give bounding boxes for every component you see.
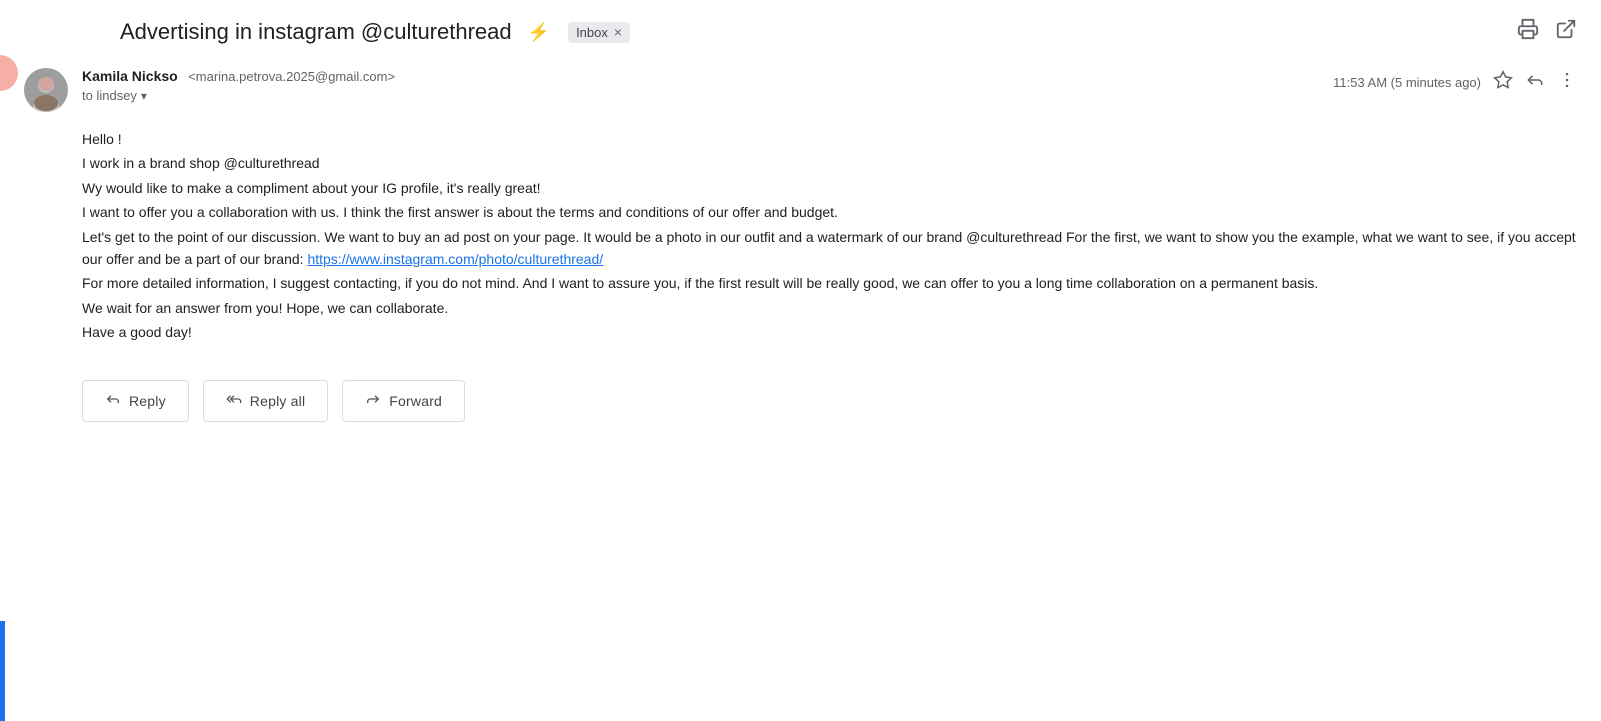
sender-info: Kamila Nickso <marina.petrova.2025@gmail… <box>82 68 1319 103</box>
body-line-4: I want to offer you a collaboration with… <box>82 201 1577 223</box>
action-buttons: Reply Reply all Forward <box>0 362 1601 440</box>
star-icon[interactable] <box>1493 70 1513 95</box>
reply-all-button-label: Reply all <box>250 393 306 409</box>
email-body: Hello ! I work in a brand shop @culturet… <box>0 120 1601 362</box>
inbox-tag-label: Inbox <box>576 25 608 40</box>
email-timestamp: 11:53 AM (5 minutes ago) <box>1333 75 1481 90</box>
top-right-icons <box>1517 18 1577 46</box>
forward-btn-icon <box>365 391 381 411</box>
inbox-tag[interactable]: Inbox × <box>568 22 630 43</box>
to-chevron-icon[interactable]: ▾ <box>141 89 147 103</box>
reply-button[interactable]: Reply <box>82 380 189 422</box>
to-line: to lindsey ▾ <box>82 88 1319 103</box>
to-label: to lindsey <box>82 88 137 103</box>
email-meta: 11:53 AM (5 minutes ago) <box>1333 68 1577 95</box>
reply-all-button[interactable]: Reply all <box>203 380 329 422</box>
reply-btn-icon <box>105 391 121 411</box>
body-line-8: Have a good day! <box>82 321 1577 343</box>
body-line-2: I work in a brand shop @culturethread <box>82 152 1577 174</box>
reply-icon[interactable] <box>1525 70 1545 95</box>
email-header: Kamila Nickso <marina.petrova.2025@gmail… <box>0 56 1601 120</box>
reply-all-btn-icon <box>226 391 242 411</box>
email-subject: Advertising in instagram @culturethread <box>120 19 512 45</box>
body-line-3: Wy would like to make a compliment about… <box>82 177 1577 199</box>
sender-name: Kamila Nickso <box>82 68 178 84</box>
reply-button-label: Reply <box>129 393 166 409</box>
more-options-icon[interactable] <box>1557 70 1577 95</box>
forward-button[interactable]: Forward <box>342 380 465 422</box>
bolt-icon: ⚡ <box>528 22 550 43</box>
body-line-1: Hello ! <box>82 128 1577 150</box>
body-line-5: Let's get to the point of our discussion… <box>82 226 1577 271</box>
subject-bar: Advertising in instagram @culturethread … <box>0 0 1601 56</box>
body-line-6: For more detailed information, I suggest… <box>82 272 1577 294</box>
blue-bar-indicator <box>0 621 5 721</box>
sender-name-line: Kamila Nickso <marina.petrova.2025@gmail… <box>82 68 1319 86</box>
instagram-link[interactable]: https://www.instagram.com/photo/culturet… <box>307 251 603 267</box>
body-line-7: We wait for an answer from you! Hope, we… <box>82 297 1577 319</box>
sender-avatar <box>24 68 68 112</box>
inbox-tag-close[interactable]: × <box>614 25 622 39</box>
forward-button-label: Forward <box>389 393 442 409</box>
sender-email: <marina.petrova.2025@gmail.com> <box>188 69 395 84</box>
open-external-icon[interactable] <box>1555 18 1577 46</box>
print-icon[interactable] <box>1517 18 1539 46</box>
